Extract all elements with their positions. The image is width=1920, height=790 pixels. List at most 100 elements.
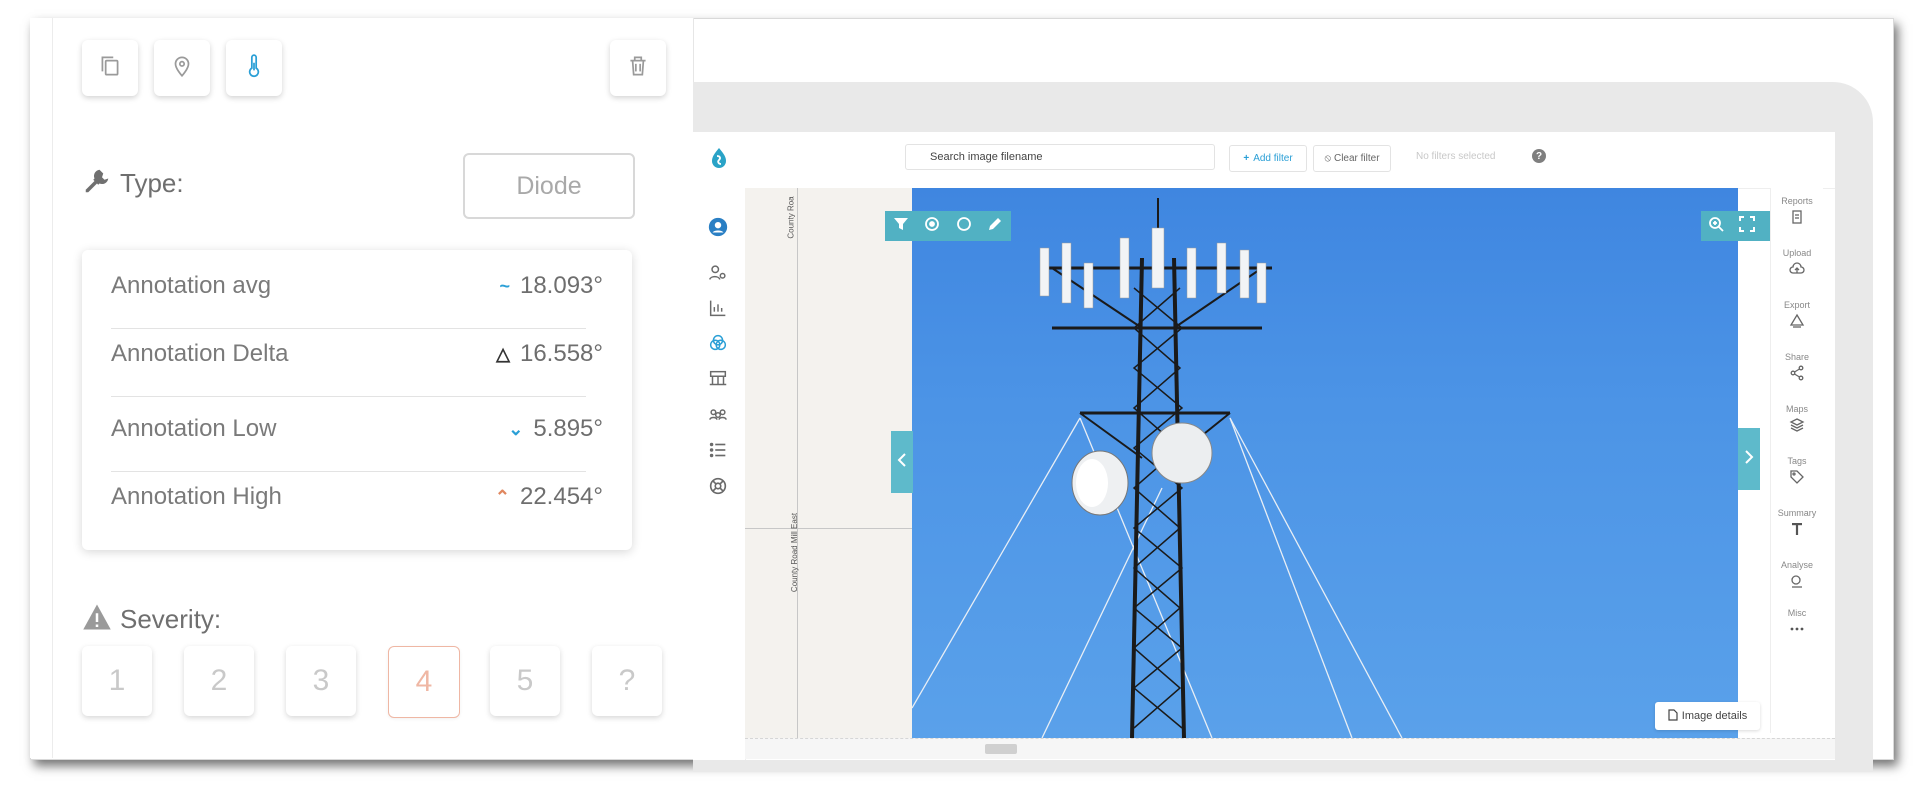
severity-label: Severity: [120, 604, 222, 634]
tilde-icon: ~ [499, 275, 510, 296]
timeline-handle[interactable] [985, 744, 1017, 754]
sidebar-item-label: Export [1783, 300, 1810, 310]
report-icon [1792, 210, 1802, 224]
severity-option-unknown[interactable]: ? [592, 646, 662, 716]
sidebar-item-summary[interactable]: Summary [1771, 508, 1823, 537]
chevron-left-icon [897, 452, 907, 472]
stat-row-delta: Annotation Delta △ 16.558° [111, 340, 603, 368]
stat-row-avg: Annotation avg ~ 18.093° [111, 272, 603, 300]
next-image-button[interactable] [1738, 428, 1760, 490]
tower-photo [912, 198, 1403, 738]
stat-value: 18.093° [519, 272, 603, 299]
chevron-right-icon [1744, 449, 1754, 469]
more-icon [1790, 627, 1804, 631]
sidebar-item-export[interactable]: Export [1771, 300, 1823, 329]
sidebar-item-label: Misc [1787, 608, 1807, 618]
filter-icon[interactable] [893, 216, 909, 237]
tools-icon [82, 166, 112, 201]
stat-row-low: Annotation Low ⌄ 5.895° [111, 415, 603, 443]
delete-button[interactable] [610, 40, 666, 96]
divider [111, 396, 586, 397]
previous-image-button[interactable] [891, 431, 913, 493]
stat-label: Annotation High [111, 483, 282, 510]
severity-option-4[interactable]: 4 [388, 646, 460, 718]
annotation-panel: Type: Diode Annotation avg ~ 18.093° Ann… [30, 18, 694, 758]
sidebar-item-upload[interactable]: Upload [1771, 248, 1823, 277]
chevron-down-icon: ⌄ [508, 418, 524, 439]
sidebar-item-label: Upload [1782, 248, 1812, 258]
add-filter-label: Add filter [1253, 153, 1293, 164]
sidebar-item-share[interactable]: Share [1771, 352, 1823, 381]
sidebar-item-label: Summary [1777, 508, 1817, 518]
sidebar-item-maps[interactable]: Maps [1771, 404, 1823, 433]
stat-value-group: △ 16.558° [496, 340, 603, 368]
map-road [797, 188, 798, 748]
stat-value-group: ~ 18.093° [499, 272, 603, 300]
divider [111, 471, 586, 472]
user-avatar-icon[interactable] [707, 216, 729, 238]
delta-icon: △ [496, 343, 510, 364]
map-road [745, 528, 923, 529]
severity-option-1[interactable]: 1 [82, 646, 152, 716]
no-filters-text: No filters selected [1416, 151, 1496, 162]
app-logo-icon[interactable] [707, 146, 729, 168]
export-icon [1789, 313, 1805, 328]
image-details-label: Image details [1681, 710, 1748, 722]
sitemap-icon[interactable] [707, 368, 729, 390]
document-icon [1668, 708, 1678, 724]
type-select[interactable]: Diode [463, 153, 635, 219]
map-pin-icon [169, 53, 195, 84]
help-button[interactable]: ? [1532, 149, 1546, 163]
layers-icon[interactable] [707, 332, 729, 354]
left-icon-rail [693, 132, 746, 760]
stat-value-group: ⌃ 22.454° [495, 483, 603, 511]
help-circle-icon[interactable] [707, 475, 729, 497]
text-icon [1792, 523, 1802, 535]
stat-label: Annotation Low [111, 415, 277, 442]
stat-value: 22.454° [519, 483, 603, 510]
sidebar-item-label: Share [1784, 352, 1810, 362]
severity-option-3[interactable]: 3 [286, 646, 356, 716]
stat-value: 5.895° [533, 415, 603, 442]
sidebar-item-label: Tags [1787, 456, 1807, 466]
team-icon[interactable] [707, 404, 729, 426]
severity-option-5[interactable]: 5 [490, 646, 560, 716]
pencil-icon[interactable] [987, 216, 1003, 237]
sidebar-item-tags[interactable]: Tags [1771, 456, 1823, 485]
zoom-in-icon[interactable] [1708, 216, 1724, 237]
circle-icon[interactable] [956, 216, 972, 237]
clear-filter-label: Clear filter [1333, 153, 1380, 164]
sidebar-item-misc[interactable]: Misc [1771, 608, 1823, 637]
share-icon [1790, 365, 1804, 381]
search-input[interactable]: Search image filename [905, 144, 1215, 170]
chart-icon[interactable] [707, 297, 729, 319]
thermal-image-view[interactable] [912, 188, 1738, 738]
severity-option-2[interactable]: 2 [184, 646, 254, 716]
sidebar-item-label: Analyse [1780, 560, 1814, 570]
copy-button[interactable] [82, 40, 138, 96]
stat-value: 16.558° [519, 340, 603, 367]
clear-filter-button[interactable]: ⦸ Clear filter [1313, 145, 1391, 172]
map-road-label: County Roa [786, 196, 796, 239]
sidebar-item-analyse[interactable]: Analyse [1771, 560, 1823, 589]
divider [111, 328, 586, 329]
user-settings-icon[interactable] [707, 262, 729, 284]
stat-label: Annotation Delta [111, 340, 289, 367]
annotation-stats-card: Annotation avg ~ 18.093° Annotation Delt… [82, 250, 632, 550]
target-icon[interactable] [924, 216, 940, 237]
image-details-button[interactable]: Image details [1655, 702, 1760, 730]
thermometer-icon [241, 53, 267, 84]
type-label: Type: [120, 168, 184, 198]
add-filter-button[interactable]: + Add filter [1229, 145, 1307, 172]
sidebar-item-reports[interactable]: Reports [1771, 196, 1823, 225]
panel-divider [52, 18, 53, 758]
copy-icon [97, 53, 123, 84]
thermometer-button[interactable] [226, 40, 282, 96]
timeline-bar [745, 738, 1835, 759]
ban-icon: ⦸ [1324, 153, 1331, 164]
pin-button[interactable] [154, 40, 210, 96]
list-icon[interactable] [707, 439, 729, 461]
severity-label-row: Severity: [82, 603, 221, 636]
cloud-upload-icon [1789, 262, 1805, 274]
fullscreen-icon[interactable] [1738, 215, 1755, 237]
